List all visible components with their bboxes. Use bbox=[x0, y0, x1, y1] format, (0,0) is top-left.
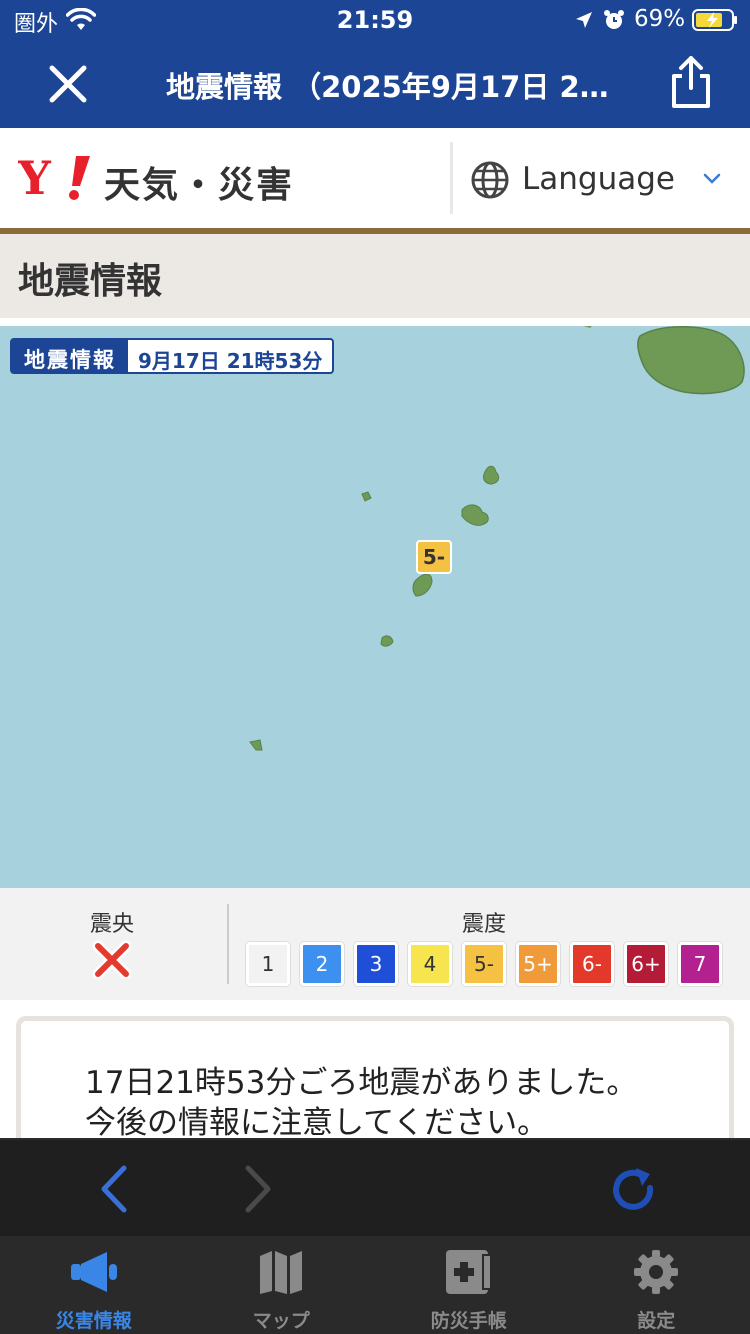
earthquake-map[interactable]: 地震情報 9月17日 21時53分 5- bbox=[0, 326, 750, 888]
intensity-marker[interactable]: 5- bbox=[416, 540, 452, 574]
tab-label: マップ bbox=[252, 1310, 310, 1332]
location-arrow-icon bbox=[576, 12, 592, 28]
back-arrow-icon[interactable] bbox=[96, 1164, 132, 1214]
gear-icon bbox=[634, 1250, 679, 1294]
map-tag-label: 地震情報 bbox=[12, 340, 128, 372]
close-icon[interactable] bbox=[44, 60, 92, 108]
share-icon[interactable] bbox=[668, 54, 714, 110]
legend-divider bbox=[227, 904, 229, 984]
intensity-label: 震度 bbox=[462, 912, 507, 937]
intensity-scale-item: 5+ bbox=[516, 942, 560, 986]
tab-label: 災害情報 bbox=[55, 1310, 132, 1332]
intensity-scale-item: 1 bbox=[246, 942, 290, 986]
map-legend: 震央 震度 1 2 3 4 5- 5+ 6- 6+ 7 bbox=[0, 888, 750, 1000]
map-landmass bbox=[249, 326, 745, 751]
intensity-scale-item: 6+ bbox=[624, 942, 668, 986]
epicenter-x-icon bbox=[92, 940, 132, 980]
tab-disaster-handbook[interactable]: 防災手帳 bbox=[375, 1236, 563, 1334]
reload-icon[interactable] bbox=[610, 1166, 658, 1214]
page-title: 地震情報 （2025年9月17日 21時53分ごろ発生） bbox=[166, 70, 626, 104]
header-divider bbox=[450, 142, 453, 214]
map-info-tag: 地震情報 9月17日 21時53分 bbox=[10, 338, 335, 374]
tab-label: 防災手帳 bbox=[430, 1310, 507, 1332]
info-message-line1: 17日21時53分ごろ地震がありました。 bbox=[85, 1065, 638, 1101]
browser-toolbar bbox=[0, 1138, 750, 1236]
tab-bar: 災害情報 マップ 防災手帳 設定 bbox=[0, 1236, 750, 1334]
forward-arrow-icon[interactable] bbox=[240, 1164, 276, 1214]
section-header: 地震情報 bbox=[0, 234, 750, 318]
tab-label: 設定 bbox=[637, 1310, 676, 1332]
intensity-scale-item: 2 bbox=[300, 942, 344, 986]
battery-icon bbox=[692, 9, 737, 31]
intensity-scale-item: 5- bbox=[462, 942, 506, 986]
brand-name: 天気・災害 bbox=[104, 165, 295, 206]
map-tag-time: 9月17日 21時53分 bbox=[138, 349, 323, 373]
epicenter-label: 震央 bbox=[90, 912, 135, 937]
battery-percent: 69% bbox=[634, 6, 686, 32]
first-aid-book-icon bbox=[445, 1250, 492, 1294]
tab-settings[interactable]: 設定 bbox=[563, 1236, 750, 1334]
intensity-scale-item: 3 bbox=[354, 942, 398, 986]
intensity-scale: 1 2 3 4 5- 5+ 6- 6+ 7 bbox=[246, 942, 732, 986]
tab-disaster-info[interactable]: 災害情報 bbox=[0, 1236, 188, 1334]
tab-map[interactable]: マップ bbox=[188, 1236, 376, 1334]
intensity-scale-item: 6- bbox=[570, 942, 614, 986]
intensity-scale-item: 4 bbox=[408, 942, 452, 986]
map-icon bbox=[260, 1251, 303, 1294]
yahoo-logo[interactable]: Y bbox=[18, 152, 100, 202]
nav-header: 地震情報 （2025年9月17日 21時53分ごろ発生） bbox=[0, 40, 750, 128]
svg-text:Y: Y bbox=[18, 152, 52, 202]
status-bar: 圏外 21:59 69% bbox=[0, 0, 750, 40]
info-message-line2: 今後の情報に注意してください。 bbox=[85, 1105, 549, 1141]
globe-icon[interactable] bbox=[470, 160, 510, 200]
brand-header: Y 天気・災害 Language bbox=[0, 128, 750, 228]
intensity-scale-item: 7 bbox=[678, 942, 722, 986]
chevron-down-icon[interactable] bbox=[702, 172, 722, 186]
content-area: 17日21時53分ごろ地震がありました。 今後の情報に注意してください。 bbox=[0, 1000, 750, 1176]
alarm-icon bbox=[604, 10, 624, 29]
language-selector[interactable]: Language bbox=[522, 161, 675, 197]
megaphone-icon bbox=[70, 1252, 117, 1292]
section-title: 地震情報 bbox=[18, 261, 163, 302]
